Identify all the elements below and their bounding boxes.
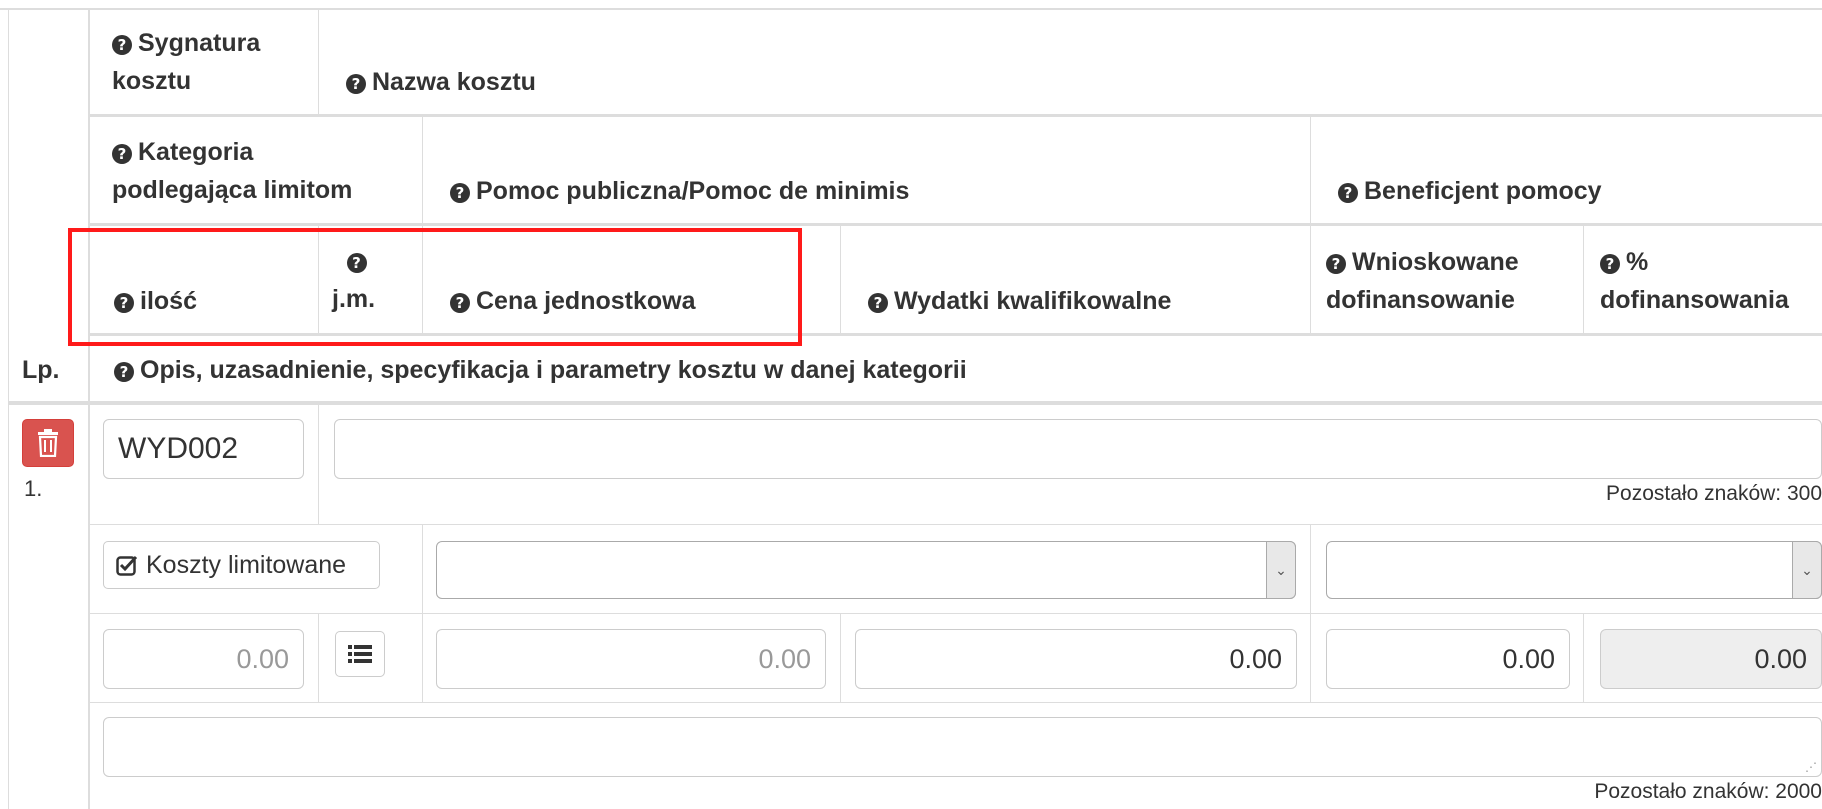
header-opis: ? Opis, uzasadnienie, specyfikacja i para… bbox=[114, 351, 967, 389]
list-icon bbox=[348, 645, 372, 663]
nazwa-input[interactable] bbox=[334, 419, 1822, 479]
header-wnioskowane-line1: Wnioskowane bbox=[1352, 248, 1519, 276]
jm-list-button[interactable] bbox=[335, 631, 385, 677]
row-number: 1. bbox=[24, 476, 43, 501]
header-nazwa: ? Nazwa kosztu bbox=[346, 63, 536, 101]
question-circle-icon[interactable]: ? bbox=[868, 293, 888, 313]
koszty-limitowane-button[interactable]: Koszty limitowane bbox=[103, 541, 380, 589]
question-circle-icon[interactable]: ? bbox=[1600, 254, 1620, 274]
header-wnioskowane-line2: dofinansowanie bbox=[1326, 286, 1515, 314]
header-bottom-border bbox=[8, 401, 1822, 405]
body-row-divider-1 bbox=[88, 524, 1822, 525]
highlight-box bbox=[68, 228, 802, 346]
question-circle-icon[interactable]: ? bbox=[112, 35, 132, 55]
chevron-down-icon: ⌄ bbox=[1792, 541, 1822, 599]
checkbox-icon bbox=[116, 554, 138, 576]
sygnatura-input[interactable]: WYD002 bbox=[103, 419, 304, 479]
body-divider-sygnatura bbox=[318, 405, 319, 524]
header-procent: ?% dofinansowania bbox=[1600, 243, 1789, 319]
header-kategoria-line2: podlegająca limitom bbox=[112, 176, 353, 204]
ilosc-input[interactable]: 0.00 bbox=[103, 629, 304, 689]
wydatki-input[interactable]: 0.00 bbox=[855, 629, 1297, 689]
header-kategoria-line1: Kategoria bbox=[138, 138, 254, 166]
question-circle-icon[interactable]: ? bbox=[346, 74, 366, 94]
beneficjent-select[interactable]: ⌄ bbox=[1326, 541, 1822, 599]
header-row-divider-1 bbox=[88, 114, 1822, 117]
question-circle-icon[interactable]: ? bbox=[114, 362, 134, 382]
header-sygnatura-line2: kosztu bbox=[112, 67, 192, 95]
pomoc-select[interactable]: ⌄ bbox=[436, 541, 1296, 599]
header-sygnatura: ? Sygnatura kosztu bbox=[112, 24, 260, 100]
body-row-divider-2 bbox=[88, 613, 1822, 614]
question-circle-icon[interactable]: ? bbox=[1338, 183, 1358, 203]
chevron-down-icon: ⌄ bbox=[1266, 541, 1296, 599]
header-sygnatura-line1: Sygnatura bbox=[138, 29, 261, 57]
col-divider-sygnatura bbox=[318, 8, 319, 114]
body-divider-ilosc bbox=[318, 613, 319, 702]
table-top-border bbox=[0, 8, 1822, 10]
table-left-border bbox=[8, 8, 9, 809]
question-circle-icon[interactable]: ? bbox=[450, 183, 470, 203]
opis-remaining-chars: Pozostało znaków: 2000 bbox=[1594, 780, 1822, 803]
nazwa-remaining-chars: Pozostało znaków: 300 bbox=[1606, 482, 1822, 505]
question-circle-icon[interactable]: ? bbox=[112, 144, 132, 164]
body-divider-cena bbox=[840, 613, 841, 702]
procent-input: 0.00 bbox=[1600, 629, 1822, 689]
header-row-divider-2 bbox=[88, 223, 1822, 226]
opis-textarea[interactable]: ⋰ bbox=[103, 717, 1822, 777]
trash-icon bbox=[38, 429, 58, 457]
cena-input[interactable]: 0.00 bbox=[436, 629, 826, 689]
body-row-divider-3 bbox=[88, 702, 1822, 703]
header-pomoc: ? Pomoc publiczna/Pomoc de minimis bbox=[450, 172, 909, 210]
header-wnioskowane: ? Wnioskowane dofinansowanie bbox=[1326, 243, 1519, 319]
header-kategoria: ? Kategoria podlegająca limitom bbox=[112, 133, 352, 209]
question-circle-icon[interactable]: ? bbox=[1326, 254, 1346, 274]
col-divider-beneficjent bbox=[1310, 114, 1311, 333]
body-divider-wnioskowane bbox=[1583, 613, 1584, 702]
header-beneficjent: ? Beneficjent pomocy bbox=[1338, 172, 1602, 210]
header-wydatki: ? Wydatki kwalifikowalne bbox=[868, 282, 1171, 320]
header-procent-line2: dofinansowania bbox=[1600, 286, 1789, 314]
resize-handle-icon[interactable]: ⋰ bbox=[1805, 760, 1817, 774]
lp-column-border bbox=[88, 8, 90, 809]
col-divider-wnioskowane bbox=[1583, 223, 1584, 333]
cost-table: ? Sygnatura kosztu ? Nazwa kosztu ? Kategor… bbox=[0, 0, 1822, 809]
header-procent-line1: % bbox=[1626, 248, 1649, 276]
wnioskowane-input[interactable]: 0.00 bbox=[1326, 629, 1570, 689]
header-lp: Lp. bbox=[22, 356, 60, 384]
delete-button[interactable] bbox=[22, 419, 74, 467]
col-divider-cena bbox=[840, 223, 841, 333]
